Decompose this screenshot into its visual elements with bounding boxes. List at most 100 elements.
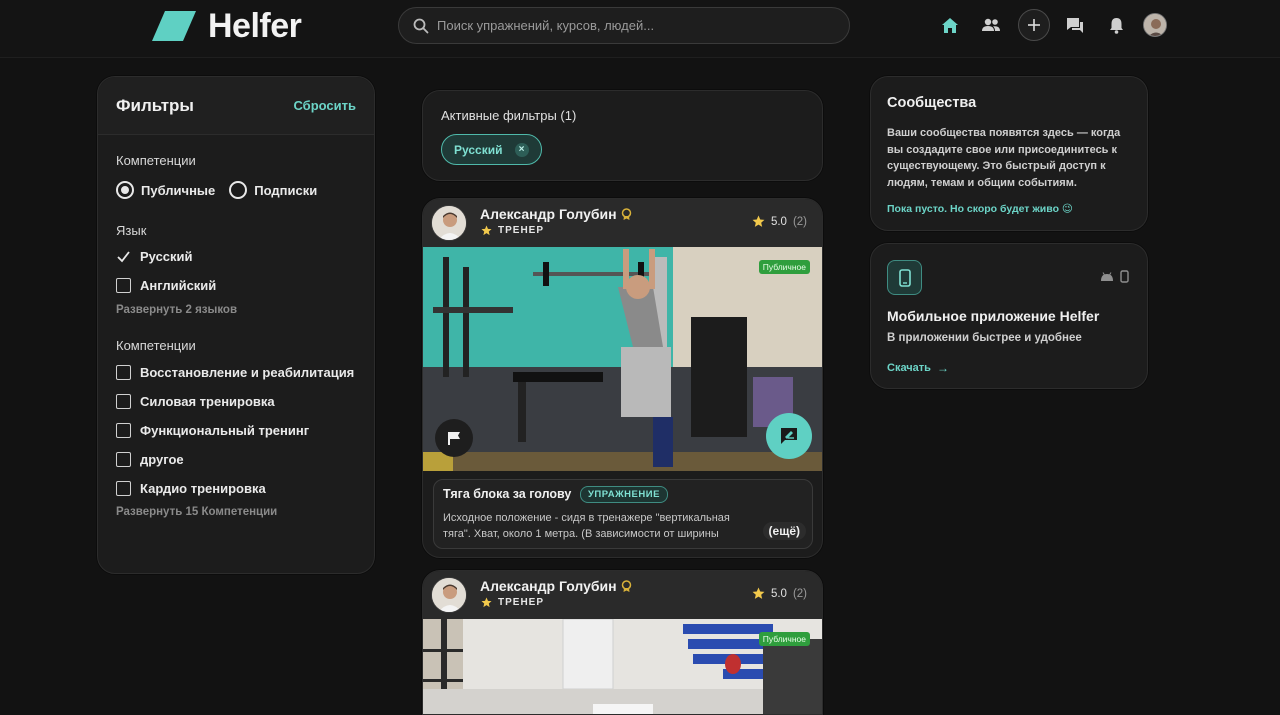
rating-count: (2) xyxy=(792,587,807,600)
filters-header: Фильтры Сбросить xyxy=(98,77,374,135)
search-input[interactable] xyxy=(437,18,817,33)
rating-value: 5.0 xyxy=(770,587,787,600)
chat-icon xyxy=(1067,17,1083,33)
communities-description: Ваши сообщества появятся здесь — когда в… xyxy=(887,127,1121,189)
expand-competencies-link[interactable]: Развернуть 15 Компетенции xyxy=(116,506,277,518)
competencies-label: Компетенции xyxy=(116,338,196,353)
language-option-english[interactable]: Английский xyxy=(116,278,216,293)
competency-option[interactable]: Кардио тренировка xyxy=(116,481,266,496)
star-icon xyxy=(752,587,765,599)
checkbox-checked[interactable] xyxy=(116,249,131,264)
post-media[interactable]: Публичное xyxy=(423,247,822,471)
competency-option[interactable]: Функциональный тренинг xyxy=(116,423,309,438)
checkbox[interactable] xyxy=(116,481,131,496)
language-option-russian[interactable]: Русский xyxy=(116,249,193,264)
reset-filters-button[interactable]: Сбросить xyxy=(293,98,356,113)
post-header: Александр Голубин ТРЕНЕР 5.0 (2) xyxy=(423,571,822,619)
show-more-button[interactable]: (ещё) xyxy=(762,522,806,540)
search-bar[interactable] xyxy=(398,7,850,44)
people-icon xyxy=(982,18,1000,31)
mobile-app-panel: Мобильное приложение Helfer В приложении… xyxy=(870,243,1148,389)
filter-chip-russian[interactable]: Русский × xyxy=(441,134,542,165)
radio-public[interactable] xyxy=(116,181,134,199)
post-rating: 5.0 (2) xyxy=(752,215,807,228)
communities-empty-state: Пока пусто. Но скоро будет живо 😉 xyxy=(887,203,1073,215)
checkbox[interactable] xyxy=(116,278,131,293)
home-icon xyxy=(942,17,958,33)
exercise-title[interactable]: Тяга блока за голову xyxy=(443,487,571,501)
scope-radio-group: Публичные Подписки xyxy=(116,181,331,199)
radio-subscriptions[interactable] xyxy=(229,181,248,199)
competency-option[interactable]: другое xyxy=(116,452,184,467)
post-card[interactable]: Александр Голубин ТРЕНЕР 5.0 (2) Публичн… xyxy=(422,570,823,715)
active-filters-panel: Активные фильтры (1) Русский × xyxy=(422,90,823,181)
visibility-badge: Публичное xyxy=(758,260,810,274)
top-header: Helfer xyxy=(0,0,1280,58)
post-card[interactable]: Александр Голубин ТРЕНЕР 5.0 (2) Публичн… xyxy=(422,198,823,558)
ios-phone-icon xyxy=(1120,270,1129,283)
rating-count: (2) xyxy=(792,215,807,228)
checkbox[interactable] xyxy=(116,423,131,438)
radio-public-label[interactable]: Публичные xyxy=(141,183,215,198)
competency-label: Силовая тренировка xyxy=(140,394,275,409)
checkbox[interactable] xyxy=(116,365,131,380)
download-link[interactable]: Скачать → xyxy=(887,361,949,375)
brand-logo[interactable]: Helfer xyxy=(152,6,302,45)
nav-notifications[interactable] xyxy=(1102,9,1130,41)
smartphone-icon xyxy=(898,268,911,287)
active-filters-title: Активные фильтры (1) xyxy=(441,108,577,123)
competencies-scope-label: Компетенции xyxy=(116,153,196,168)
phone-tile xyxy=(887,260,922,295)
competency-label: Восстановление и реабилитация xyxy=(140,365,355,380)
user-avatar[interactable] xyxy=(1143,13,1167,37)
exercise-tag: УПРАЖНЕНИЕ xyxy=(580,486,668,503)
competency-label: Кардио тренировка xyxy=(140,481,266,496)
checkbox[interactable] xyxy=(116,394,131,409)
author-avatar[interactable] xyxy=(431,577,467,613)
remove-chip-icon[interactable]: × xyxy=(514,142,529,157)
radio-selected-dot xyxy=(121,186,129,194)
nav-icons xyxy=(936,9,1167,41)
author-name[interactable]: Александр Голубин xyxy=(480,578,617,594)
logo-mark-icon xyxy=(152,11,196,41)
competency-label: другое xyxy=(140,452,184,467)
expand-languages-link[interactable]: Развернуть 2 языков xyxy=(116,304,237,316)
competency-option[interactable]: Восстановление и реабилитация xyxy=(116,365,354,380)
filters-panel: Фильтры Сбросить Компетенции Публичные П… xyxy=(97,76,375,574)
platform-icons xyxy=(1100,270,1129,283)
android-icon xyxy=(1101,271,1113,281)
exercise-description: Исходное положение - сидя в тренажере "в… xyxy=(443,512,730,540)
post-media[interactable]: Публичное xyxy=(423,619,822,714)
user-avatar-image xyxy=(1144,14,1166,36)
checkbox[interactable] xyxy=(116,452,131,467)
nav-messages[interactable] xyxy=(1061,9,1089,41)
nav-home[interactable] xyxy=(936,9,964,41)
mobile-app-title: Мобильное приложение Helfer xyxy=(887,308,1100,324)
role-label: ТРЕНЕР xyxy=(498,225,545,236)
star-icon xyxy=(752,215,765,227)
post-description[interactable]: Тяга блока за голову УПРАЖНЕНИЕ Исходное… xyxy=(433,479,813,549)
rating-value: 5.0 xyxy=(770,215,787,228)
verified-badge-icon xyxy=(621,580,632,592)
filters-title: Фильтры xyxy=(116,95,194,115)
comment-button[interactable] xyxy=(766,413,812,459)
verified-badge-icon xyxy=(621,208,632,220)
competency-option[interactable]: Силовая тренировка xyxy=(116,394,275,409)
language-label-english: Английский xyxy=(140,278,217,293)
nav-people[interactable] xyxy=(977,9,1005,41)
author-avatar[interactable] xyxy=(431,205,467,241)
brand-name: Helfer xyxy=(208,6,302,45)
star-icon xyxy=(481,597,492,608)
search-icon xyxy=(413,18,429,33)
radio-subscriptions-label[interactable]: Подписки xyxy=(254,183,317,198)
feedback-icon xyxy=(781,428,797,444)
bell-icon xyxy=(1109,17,1123,34)
author-photo xyxy=(432,578,466,612)
author-photo xyxy=(432,206,466,240)
create-button[interactable] xyxy=(1018,9,1050,41)
post-rating: 5.0 (2) xyxy=(752,587,807,600)
author-name[interactable]: Александр Голубин xyxy=(480,206,617,222)
report-button[interactable] xyxy=(435,419,473,457)
author-role: ТРЕНЕР xyxy=(481,597,544,608)
post-header: Александр Голубин ТРЕНЕР 5.0 (2) xyxy=(423,199,822,247)
